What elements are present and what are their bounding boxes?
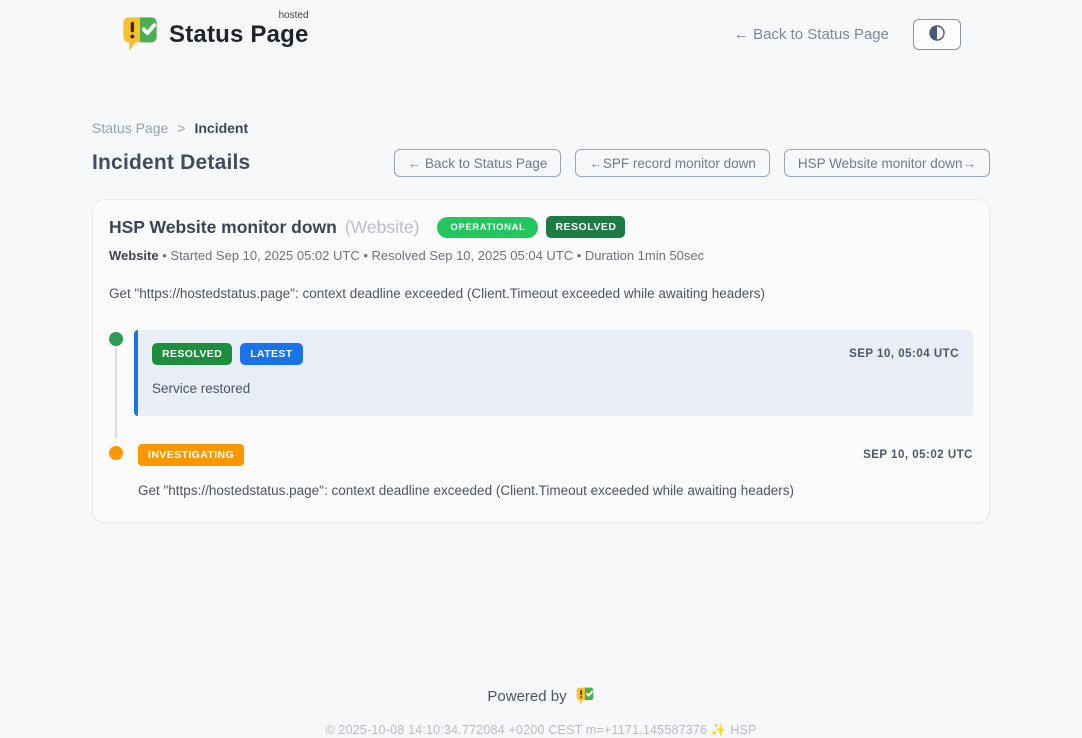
incident-meta-component: Website (109, 248, 159, 263)
page-title: Incident Details (92, 151, 250, 175)
footer: Powered by © 2025-10-08 14:10:34.772084 … (92, 686, 990, 738)
incident-meta: Website • Started Sep 10, 2025 05:02 UTC… (109, 248, 973, 263)
timeline-entry-body: INVESTIGATING SEP 10, 05:02 UTC Get "htt… (134, 444, 973, 498)
timeline-plain-box: INVESTIGATING SEP 10, 05:02 UTC Get "htt… (134, 444, 973, 498)
statuspage-logo-icon-small (575, 686, 595, 706)
timeline-entry-body: RESOLVED LATEST SEP 10, 05:04 UTC Servic… (134, 330, 973, 416)
breadcrumb: Status Page > Incident (92, 120, 990, 136)
timeline-badges: RESOLVED LATEST (152, 343, 303, 365)
timeline-message: Get "https://hostedstatus.page": context… (138, 483, 973, 498)
brand-text-wrap: Status Page hosted (169, 14, 309, 49)
brand-name: Status Page (169, 21, 309, 48)
resolved-badge: RESOLVED (152, 343, 232, 365)
brand-logo[interactable]: Status Page hosted (120, 14, 309, 54)
page-container: Status Page hosted ← Back to Status Page… (92, 0, 990, 738)
copyright-text: © 2025-10-08 14:10:34.772084 +0200 CEST … (92, 723, 990, 738)
breadcrumb-status-page[interactable]: Status Page (92, 120, 168, 136)
incident-description: Get "https://hostedstatus.page": context… (109, 286, 973, 301)
timeline-badges: INVESTIGATING (138, 444, 244, 466)
timeline-timestamp: SEP 10, 05:02 UTC (863, 449, 973, 461)
investigating-badge: INVESTIGATING (138, 444, 244, 466)
timeline-dot-green (109, 332, 123, 346)
timeline-entry-resolved: RESOLVED LATEST SEP 10, 05:04 UTC Servic… (109, 330, 973, 416)
timeline-entry-head: INVESTIGATING SEP 10, 05:02 UTC (138, 444, 973, 466)
timeline-dot-orange (109, 446, 123, 460)
incident-meta-times: • Started Sep 10, 2025 05:02 UTC • Resol… (162, 248, 704, 263)
contrast-icon (927, 23, 947, 46)
operational-badge: OPERATIONAL (437, 217, 538, 238)
incident-nav-buttons: ← Back to Status Page ←SPF record monito… (394, 149, 990, 177)
incident-card: HSP Website monitor down (Website) OPERA… (92, 199, 990, 523)
incident-component: (Website) (345, 217, 420, 238)
brand-hosted-label: hosted (279, 10, 309, 21)
timeline-highlight-box: RESOLVED LATEST SEP 10, 05:04 UTC Servic… (134, 330, 973, 416)
incident-title-row: HSP Website monitor down (Website) OPERA… (109, 216, 973, 238)
timeline-message: Service restored (152, 381, 959, 396)
timeline-timestamp: SEP 10, 05:04 UTC (849, 348, 959, 360)
timeline-entry-investigating: INVESTIGATING SEP 10, 05:02 UTC Get "htt… (109, 444, 973, 498)
header-right: ← Back to Status Page (734, 19, 961, 50)
statuspage-logo-icon (120, 14, 160, 54)
header-back-link[interactable]: ← Back to Status Page (734, 26, 889, 43)
prev-incident-button[interactable]: ←SPF record monitor down (575, 149, 770, 177)
back-to-status-page-button[interactable]: ← Back to Status Page (394, 149, 562, 177)
next-incident-button[interactable]: HSP Website monitor down→ (784, 149, 990, 177)
resolved-status-badge: RESOLVED (546, 216, 625, 238)
powered-by-link[interactable]: Powered by (92, 686, 990, 706)
heading-row: Incident Details ← Back to Status Page ←… (92, 149, 990, 177)
latest-badge: LATEST (240, 343, 302, 365)
breadcrumb-separator: > (177, 120, 185, 136)
incident-timeline: RESOLVED LATEST SEP 10, 05:04 UTC Servic… (109, 330, 973, 498)
breadcrumb-incident: Incident (194, 120, 248, 136)
incident-title: HSP Website monitor down (109, 217, 337, 238)
timeline-entry-head: RESOLVED LATEST SEP 10, 05:04 UTC (152, 343, 959, 365)
header: Status Page hosted ← Back to Status Page (92, 0, 990, 54)
theme-toggle-button[interactable] (913, 19, 961, 50)
powered-by-label: Powered by (487, 688, 566, 705)
